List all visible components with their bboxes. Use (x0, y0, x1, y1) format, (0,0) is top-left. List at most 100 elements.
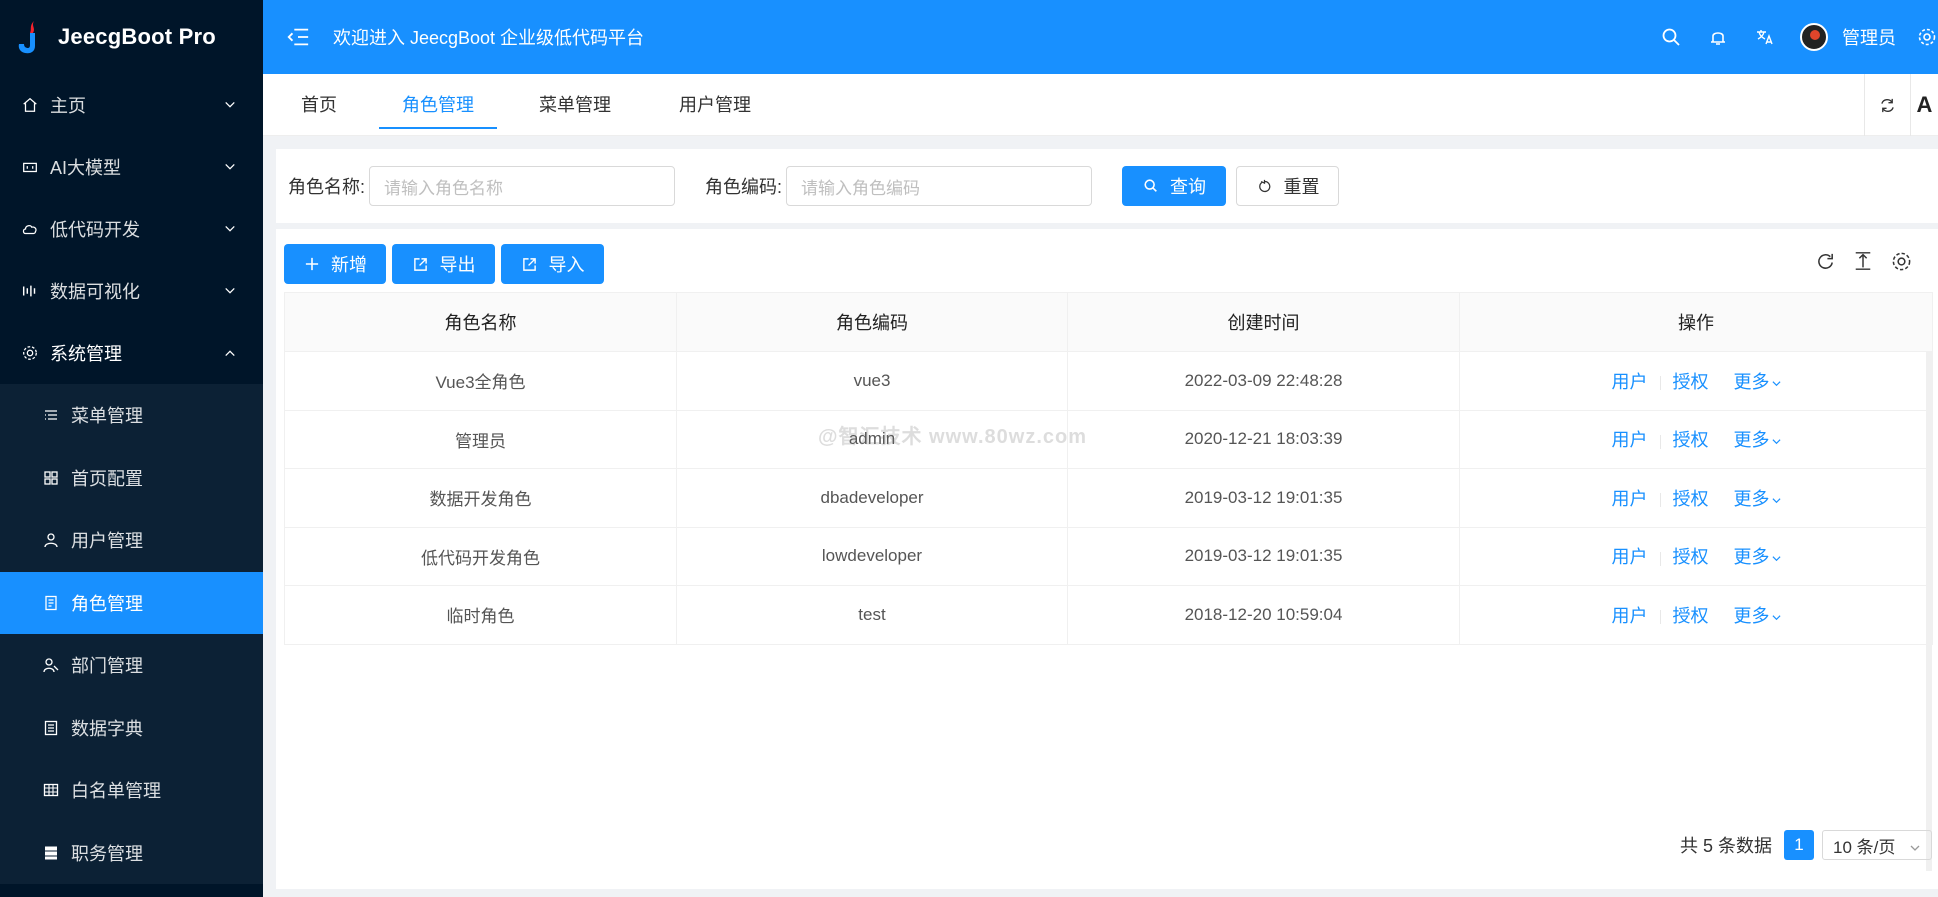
column-header-role-code[interactable]: 角色编码 (676, 292, 1068, 352)
authorize-link[interactable]: 授权 (1673, 547, 1709, 567)
refresh-tab-button[interactable] (1864, 74, 1910, 136)
translate-icon[interactable] (1754, 26, 1776, 48)
search-panel: 角色名称: 请输入角色名称 角色编码: 请输入角色编码 查询 重置 (276, 149, 1938, 223)
more-label: 更多 (1733, 547, 1770, 568)
cell-actions: 用户 授权 更多 (1459, 410, 1933, 469)
users-link[interactable]: 用户 (1612, 489, 1648, 509)
users-link[interactable]: 用户 (1612, 547, 1648, 567)
cell-role-code: dbadeveloper (676, 468, 1068, 528)
gear-icon (20, 343, 40, 363)
divider (1721, 493, 1722, 507)
query-button[interactable]: 查询 (1122, 166, 1227, 206)
more-link[interactable]: 更多 (1734, 489, 1781, 509)
sidebar-item-home[interactable]: 主页 (0, 74, 263, 136)
users-link[interactable]: 用户 (1612, 606, 1648, 626)
tab-user-management[interactable]: 用户管理 (675, 73, 755, 135)
search-icon[interactable] (1660, 26, 1682, 48)
cell-role-code: lowdeveloper (676, 527, 1068, 586)
role-code-input[interactable]: 请输入角色编码 (786, 166, 1093, 206)
cell-created: 2018-12-20 10:59:04 (1067, 585, 1460, 645)
tab-menu-management[interactable]: 菜单管理 (521, 73, 629, 135)
sidebar-item-user-management[interactable]: 用户管理 (0, 509, 263, 572)
sidebar-item-label: 菜单管理 (71, 406, 143, 427)
chevron-down-icon (1771, 381, 1781, 386)
more-label: 更多 (1733, 605, 1770, 626)
sidebar-item-lowcode[interactable]: 低代码开发 (0, 198, 263, 260)
cell-role-code: test (676, 585, 1068, 645)
sidebar-item-department[interactable]: 部门管理 (0, 634, 263, 697)
sidebar-item-system[interactable]: 系统管理 (0, 322, 263, 384)
import-icon (521, 255, 539, 273)
authorize-link[interactable]: 授权 (1673, 372, 1709, 392)
sidebar-item-ai[interactable]: AI大模型 (0, 136, 263, 198)
column-header-created[interactable]: 创建时间 (1067, 292, 1460, 352)
column-height-icon[interactable] (1851, 249, 1875, 273)
logo[interactable]: JeecgBoot Pro (0, 0, 263, 74)
sidebar-item-label: 用户管理 (71, 531, 143, 552)
settings-icon[interactable] (1916, 26, 1938, 48)
sidebar-item-label: 主页 (50, 96, 86, 116)
sidebar-item-label: 部门管理 (71, 656, 143, 677)
divider (1721, 376, 1722, 390)
table-row: 低代码开发角色 lowdeveloper 2019-03-12 19:01:35… (284, 527, 1933, 586)
app-title: JeecgBoot Pro (58, 24, 216, 49)
sidebar-item-dictionary[interactable]: 数据字典 (0, 697, 263, 760)
reload-icon[interactable] (1813, 249, 1837, 273)
sidebar-item-home-config[interactable]: 首页配置 (0, 447, 263, 510)
chevron-down-icon (223, 284, 237, 298)
tabs-bar: 首页 角色管理 菜单管理 用户管理 A (263, 74, 1938, 136)
more-label: 更多 (1733, 430, 1770, 451)
more-label: 更多 (1733, 488, 1770, 509)
cell-created: 2019-03-12 19:01:35 (1067, 527, 1460, 586)
menu-fold-icon[interactable] (285, 24, 311, 50)
avatar[interactable] (1800, 23, 1828, 51)
add-button[interactable]: 新增 (284, 244, 386, 284)
grid-icon (42, 469, 60, 487)
table-scrollbar[interactable] (1926, 351, 1932, 871)
role-name-input[interactable]: 请输入角色名称 (369, 166, 676, 206)
table-card: 新增 导出 导入 角色名称 角色编码 创建时间 操作 Vue3全角色 vue3 … (276, 229, 1938, 889)
search-icon (1142, 177, 1160, 195)
sidebar-item-label: 数据字典 (71, 718, 143, 739)
username[interactable]: 管理员 (1842, 24, 1896, 50)
more-link[interactable]: 更多 (1734, 547, 1781, 567)
chevron-down-icon (1771, 498, 1781, 503)
authorize-link[interactable]: 授权 (1673, 489, 1709, 509)
cell-created: 2019-03-12 19:01:35 (1067, 468, 1460, 528)
import-button[interactable]: 导入 (501, 244, 604, 284)
sidebar-item-role-management[interactable]: 角色管理 (0, 571, 263, 634)
more-link[interactable]: 更多 (1734, 430, 1781, 450)
tab-tool-letter[interactable]: A (1910, 74, 1938, 136)
users-link[interactable]: 用户 (1612, 430, 1648, 450)
cell-role-name: 低代码开发角色 (284, 527, 677, 586)
column-settings-icon[interactable] (1889, 249, 1913, 273)
sidebar-item-label: 角色管理 (71, 593, 143, 614)
more-link[interactable]: 更多 (1734, 372, 1781, 392)
sidebar-item-position[interactable]: 职务管理 (0, 822, 263, 885)
chevron-down-icon (1771, 615, 1781, 620)
table-header-row: 角色名称 角色编码 创建时间 操作 (284, 292, 1933, 352)
export-button-label: 导出 (439, 255, 476, 275)
more-link[interactable]: 更多 (1734, 606, 1781, 626)
users-link[interactable]: 用户 (1612, 372, 1648, 392)
sidebar-item-whitelist[interactable]: 白名单管理 (0, 759, 263, 822)
divider (1721, 610, 1722, 624)
divider (1659, 551, 1661, 566)
bell-icon[interactable] (1707, 26, 1729, 48)
sidebar-item-menu-management[interactable]: 菜单管理 (0, 384, 263, 447)
column-header-role-name[interactable]: 角色名称 (284, 292, 677, 352)
query-button-label: 查询 (1170, 177, 1207, 197)
divider (1659, 493, 1661, 508)
sidebar-item-dataviz[interactable]: 数据可视化 (0, 260, 263, 322)
tab-role-management[interactable]: 角色管理 (379, 73, 497, 135)
dictionary-icon (42, 719, 60, 737)
export-button[interactable]: 导出 (392, 244, 495, 284)
page-1-button[interactable]: 1 (1784, 830, 1814, 860)
divider (1659, 610, 1661, 625)
page-size-select[interactable]: 10 条/页 (1822, 830, 1932, 860)
tab-home[interactable]: 首页 (277, 73, 361, 135)
reset-button[interactable]: 重置 (1236, 166, 1340, 206)
authorize-link[interactable]: 授权 (1673, 430, 1709, 450)
menu-list-icon (42, 406, 60, 424)
authorize-link[interactable]: 授权 (1673, 606, 1709, 626)
